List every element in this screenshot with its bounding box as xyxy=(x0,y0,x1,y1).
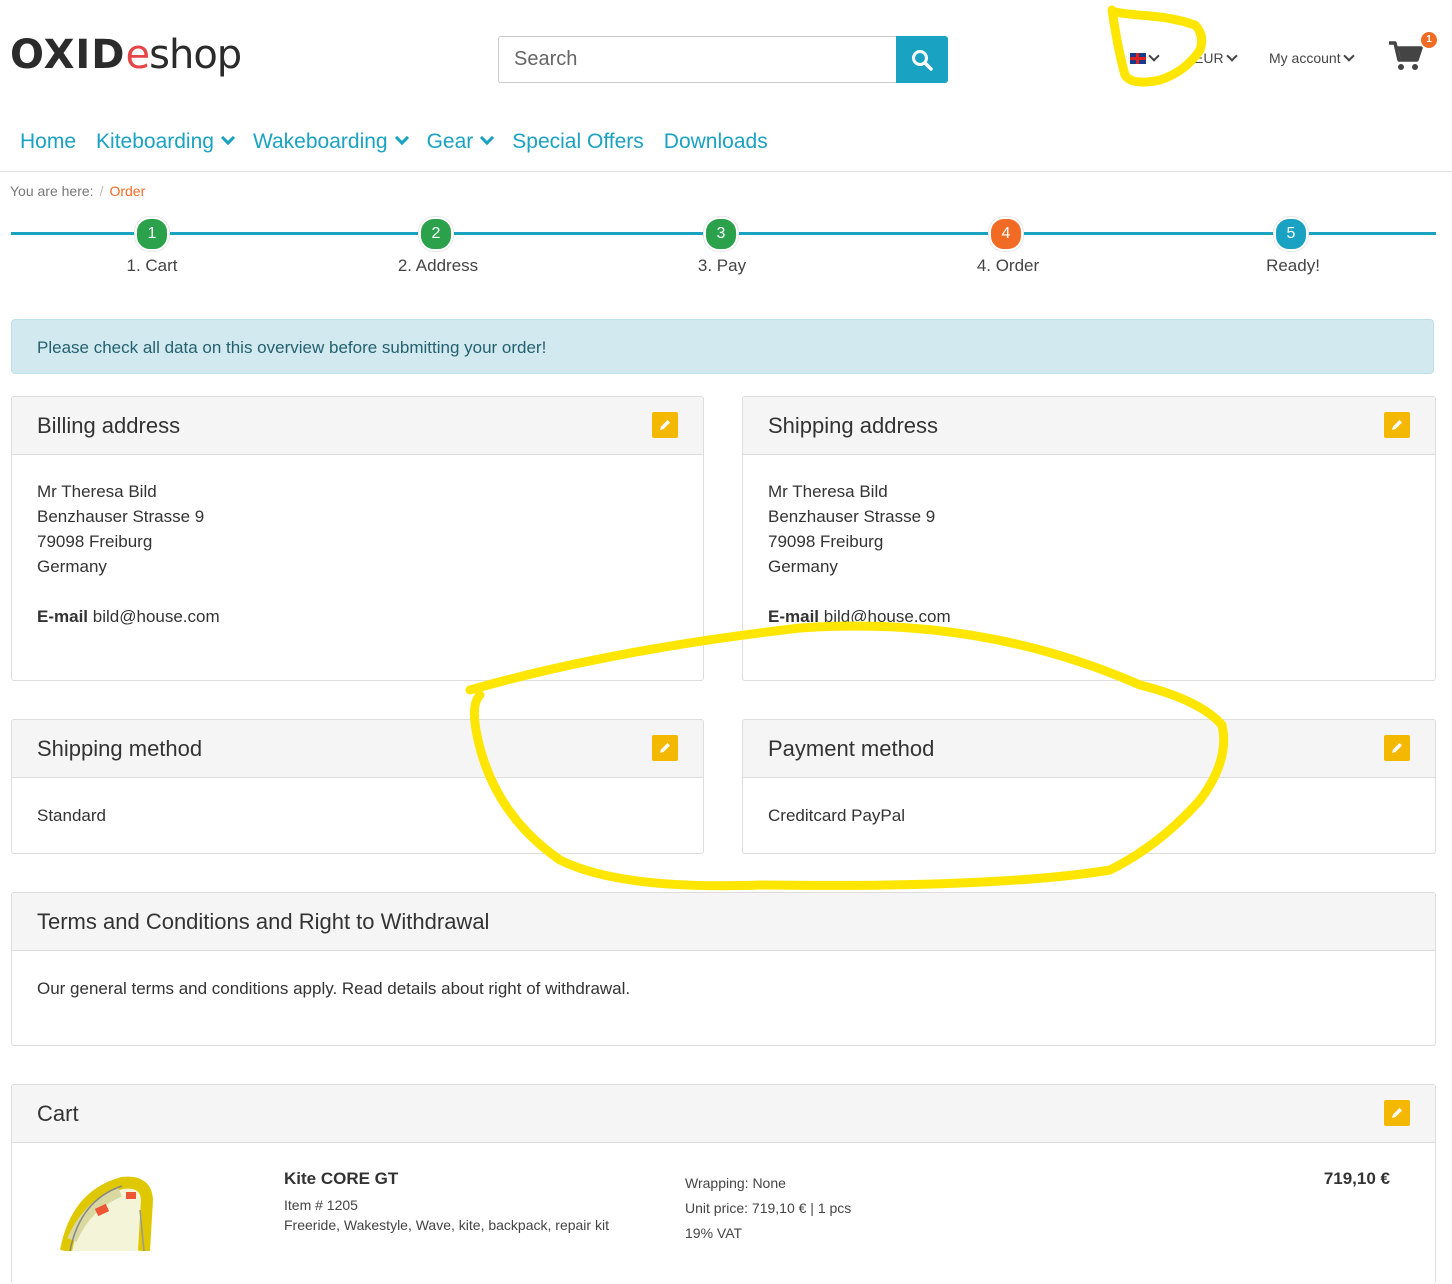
search-button[interactable] xyxy=(896,36,948,83)
step-4-label: 4. Order xyxy=(976,256,1040,275)
search-form xyxy=(498,36,948,83)
uk-flag-icon xyxy=(1130,53,1146,64)
cart-item-price: 719,10 € xyxy=(1323,1169,1390,1188)
edit-billing-button[interactable] xyxy=(652,412,678,438)
billing-address-panel: Billing address Mr Theresa Bild Benzhaus… xyxy=(11,396,704,681)
currency-selector[interactable]: EUR xyxy=(1194,48,1238,68)
step-3-dot[interactable]: 3 xyxy=(704,217,738,251)
pencil-icon xyxy=(1392,743,1402,753)
kite-product-image[interactable] xyxy=(52,1170,162,1253)
shipping-address-body: Mr Theresa Bild Benzhauser Strasse 9 790… xyxy=(768,482,951,626)
order-check-alert: Please check all data on this overview b… xyxy=(11,319,1434,374)
step-1-label[interactable]: 1. Cart xyxy=(82,256,222,276)
pencil-icon xyxy=(1392,1108,1402,1118)
terms-panel: Terms and Conditions and Right to Withdr… xyxy=(11,892,1436,1046)
step-5-dot: 5 xyxy=(1274,217,1308,251)
edit-shipping-address-button[interactable] xyxy=(1384,412,1410,438)
cart-item-details: Item # 1205 Freeride, Wakestyle, Wave, k… xyxy=(284,1197,609,1233)
shop-logo[interactable]: OXIDeshop xyxy=(10,30,242,80)
main-navigation: Home Kiteboarding Wakeboarding Gear Spec… xyxy=(20,130,768,154)
edit-payment-method-button[interactable] xyxy=(1384,735,1410,761)
panel-title: Terms and Conditions and Right to Withdr… xyxy=(12,893,1435,951)
chevron-down-icon xyxy=(1225,50,1238,62)
payment-method-body: Creditcard PayPal xyxy=(768,806,906,825)
edit-shipping-method-button[interactable] xyxy=(652,735,678,761)
chevron-down-icon xyxy=(1148,50,1160,62)
payment-method-panel: Payment method Creditcard PayPal xyxy=(742,719,1436,854)
language-selector[interactable] xyxy=(1130,48,1160,68)
shopping-cart-icon xyxy=(1389,41,1423,70)
terms-body: Our general terms and conditions apply. … xyxy=(37,979,631,998)
pencil-icon xyxy=(660,743,670,753)
cart-item-title[interactable]: Kite CORE GT xyxy=(284,1169,398,1189)
cart-count-badge: 1 xyxy=(1421,32,1437,48)
shipping-address-panel: Shipping address Mr Theresa Bild Benzhau… xyxy=(742,396,1436,681)
nav-item-downloads[interactable]: Downloads xyxy=(664,130,768,154)
nav-item-special-offers[interactable]: Special Offers xyxy=(512,130,644,154)
shipping-method-body: Standard xyxy=(37,806,106,825)
edit-cart-button[interactable] xyxy=(1384,1100,1410,1126)
chevron-down-icon xyxy=(480,130,495,146)
step-2-label[interactable]: 2. Address xyxy=(368,256,508,276)
panel-title: Shipping method xyxy=(12,720,703,778)
billing-address-body: Mr Theresa Bild Benzhauser Strasse 9 790… xyxy=(37,482,220,626)
step-1-dot[interactable]: 1 xyxy=(135,217,169,251)
minibasket-button[interactable] xyxy=(1388,40,1424,72)
breadcrumb-current[interactable]: Order xyxy=(109,183,145,199)
panel-title: Payment method xyxy=(743,720,1435,778)
kite-image-icon xyxy=(60,1176,154,1253)
step-2-dot[interactable]: 2 xyxy=(419,217,453,251)
search-icon xyxy=(912,49,933,71)
chevron-down-icon xyxy=(220,130,236,146)
step-5-label: Ready! xyxy=(1266,256,1320,275)
step-4-dot: 4 xyxy=(989,217,1023,251)
search-input[interactable] xyxy=(498,36,896,83)
chevron-down-icon xyxy=(394,130,409,146)
nav-item-home[interactable]: Home xyxy=(20,130,76,154)
nav-item-kiteboarding[interactable]: Kiteboarding xyxy=(96,130,236,154)
shipping-method-panel: Shipping method Standard xyxy=(11,719,704,854)
marker-stroke-top xyxy=(1107,5,1207,87)
breadcrumb: You are here: / Order xyxy=(10,183,146,199)
step-3-label[interactable]: 3. Pay xyxy=(652,256,792,276)
panel-title: Shipping address xyxy=(743,397,1435,455)
chevron-down-icon xyxy=(1342,50,1355,62)
account-menu[interactable]: My account xyxy=(1269,48,1355,68)
cart-item-meta: Wrapping: None Unit price: 719,10 € | 1 … xyxy=(685,1175,852,1241)
nav-divider xyxy=(0,171,1452,172)
pencil-icon xyxy=(1392,420,1402,430)
nav-item-gear[interactable]: Gear xyxy=(427,130,495,154)
nav-item-wakeboarding[interactable]: Wakeboarding xyxy=(253,130,409,154)
pencil-icon xyxy=(660,420,670,430)
panel-title: Cart xyxy=(12,1085,1435,1143)
panel-title: Billing address xyxy=(12,397,703,455)
